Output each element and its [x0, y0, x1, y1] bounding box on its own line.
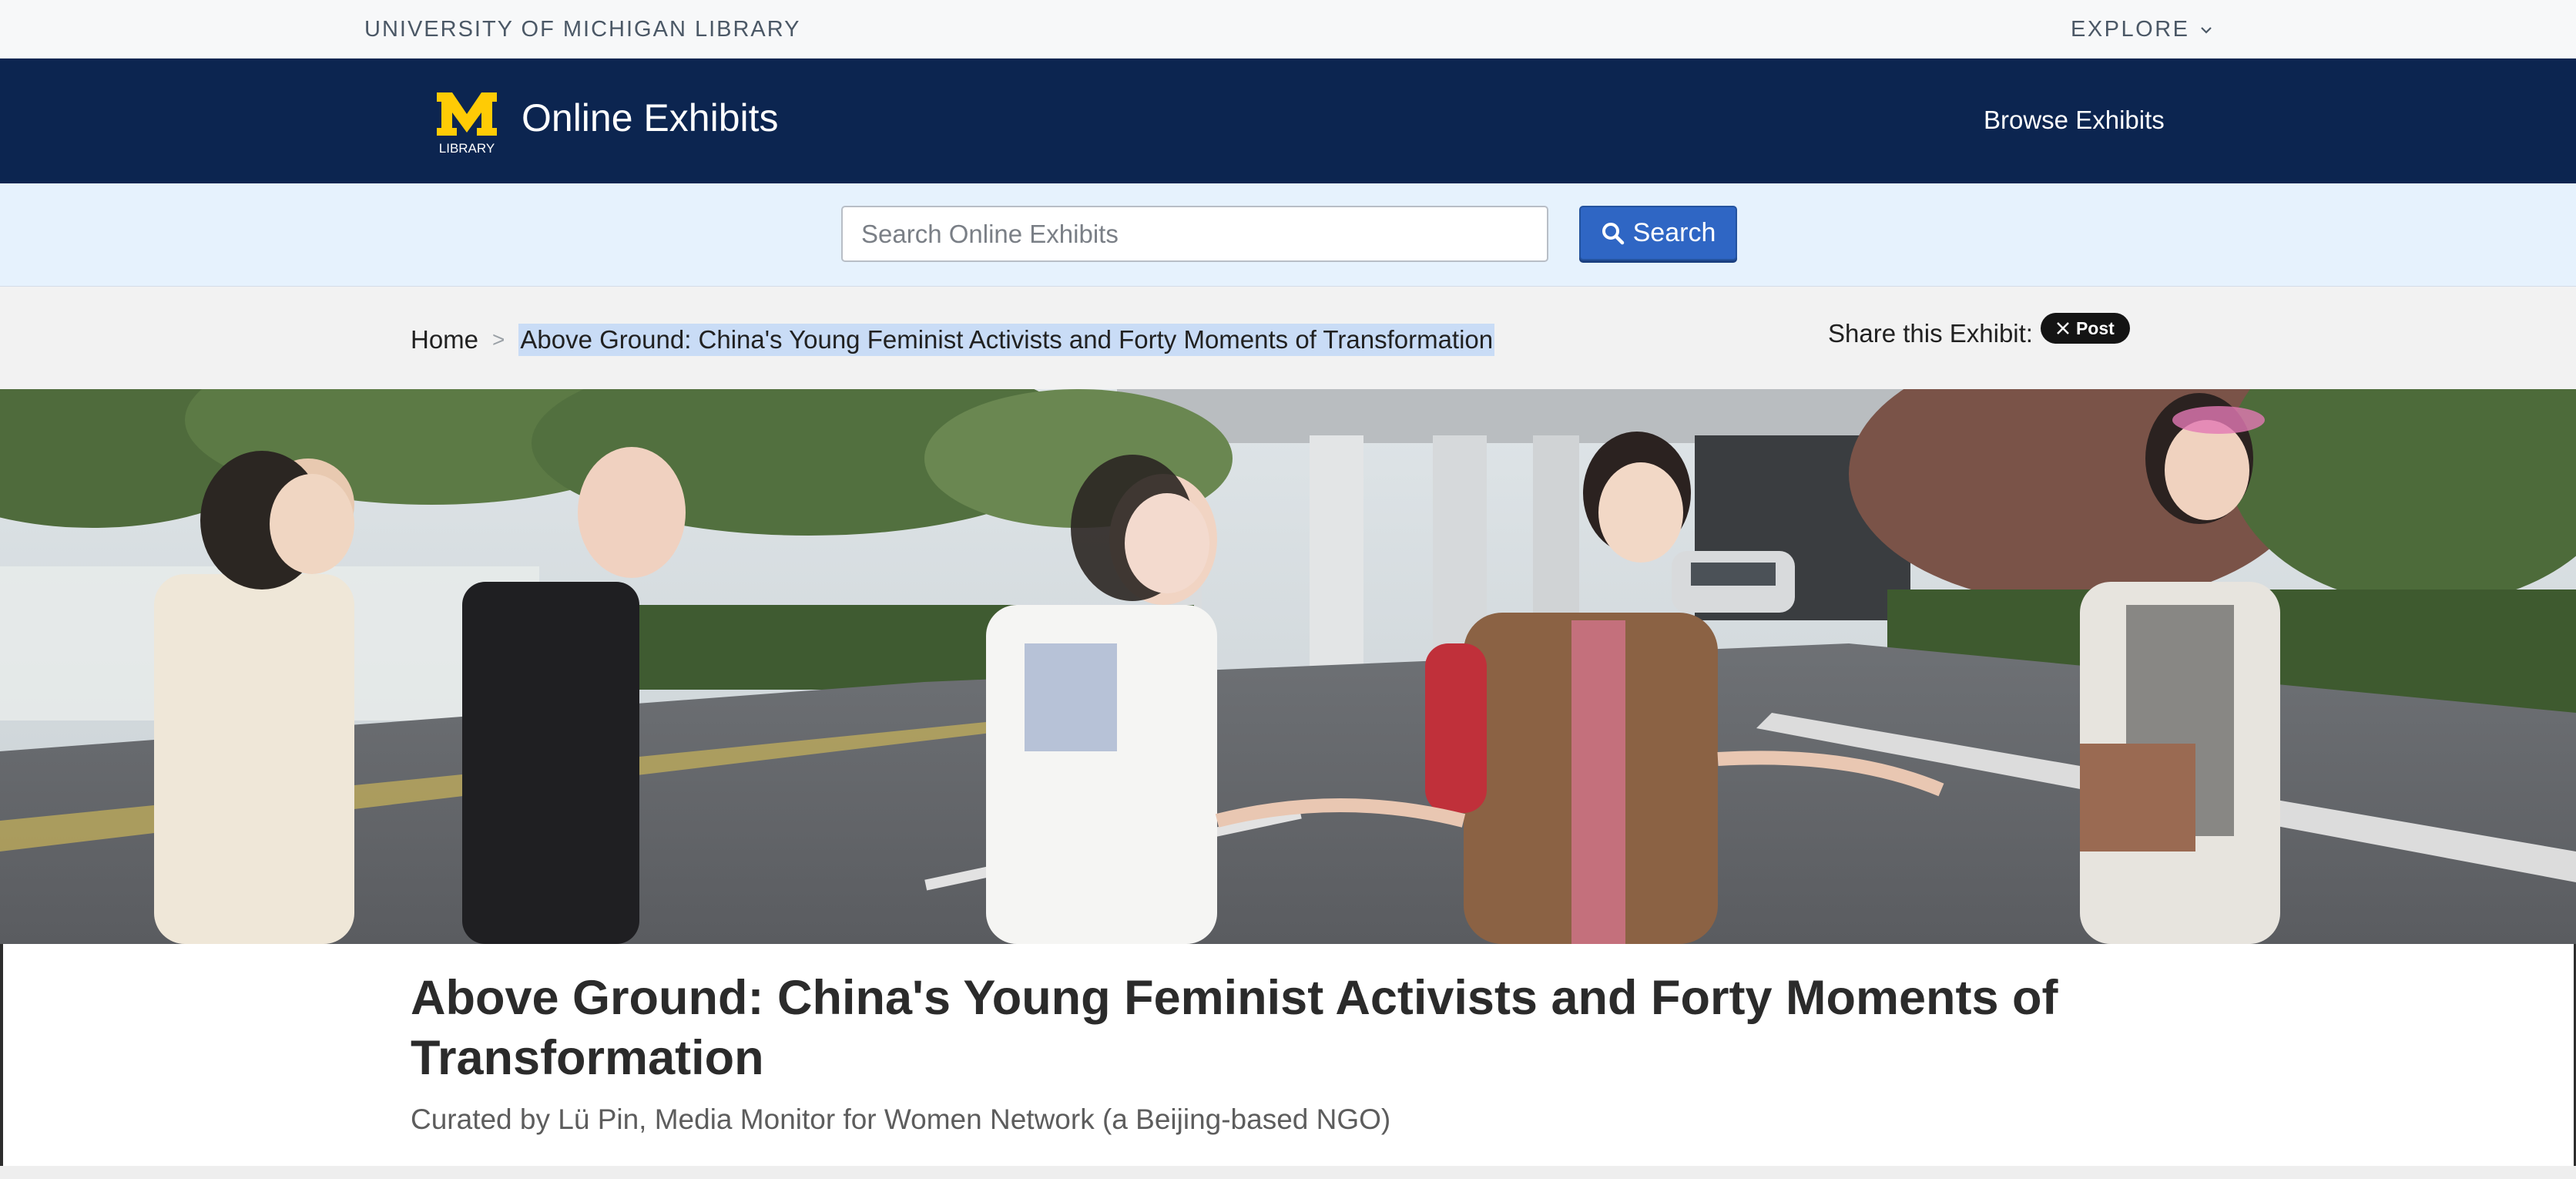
- x-logo-icon: [2057, 322, 2069, 334]
- browse-exhibits-link[interactable]: Browse Exhibits: [1984, 106, 2165, 135]
- exhibit-title: Above Ground: China's Young Feminist Act…: [411, 971, 2058, 1085]
- breadcrumb-separator: >: [492, 328, 505, 351]
- share-exhibit: Share this Exhibit: Post: [1828, 313, 2130, 348]
- breadcrumb: Home > Above Ground: China's Young Femin…: [411, 324, 1495, 356]
- michigan-m-logo[interactable]: LIBRARY: [434, 91, 500, 156]
- site-title-link[interactable]: Online Exhibits: [522, 96, 779, 140]
- bottom-divider: [0, 1166, 2576, 1179]
- search-input[interactable]: [841, 206, 1548, 262]
- x-post-label: Post: [2075, 317, 2115, 338]
- search-button[interactable]: Search: [1579, 206, 1737, 260]
- university-name-link[interactable]: UNIVERSITY OF MICHIGAN LIBRARY: [364, 17, 801, 42]
- breadcrumb-home-link[interactable]: Home: [411, 325, 478, 354]
- share-label: Share this Exhibit:: [1828, 319, 2033, 348]
- explore-label: EXPLORE: [2071, 17, 2190, 42]
- site-header: [0, 59, 2576, 183]
- hero-image: [0, 389, 2576, 944]
- x-post-button[interactable]: Post: [2040, 313, 2130, 344]
- hero-photo: [0, 389, 2576, 944]
- logo-sub-text: LIBRARY: [439, 141, 495, 156]
- utility-bar: UNIVERSITY OF MICHIGAN LIBRARY EXPLORE: [0, 0, 2576, 59]
- breadcrumb-current: Above Ground: China's Young Feminist Act…: [518, 324, 1495, 356]
- exhibit-curator: Curated by Lü Pin, Media Monitor for Wom…: [411, 1103, 1391, 1135]
- chevron-down-icon: [2200, 26, 2212, 34]
- explore-menu-button[interactable]: EXPLORE: [2071, 17, 2213, 42]
- search-button-label: Search: [1632, 218, 1716, 247]
- search-icon: [1602, 222, 1624, 244]
